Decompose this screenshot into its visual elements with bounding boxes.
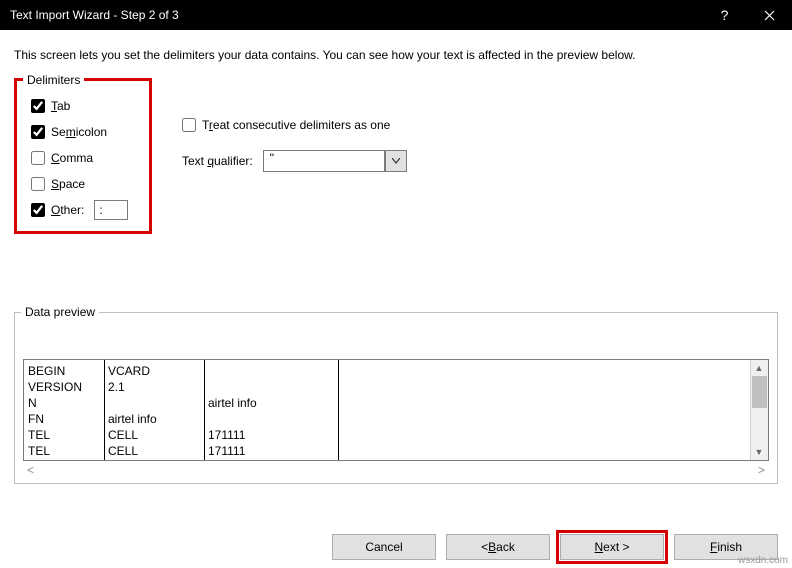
delimiter-comma-label[interactable]: Comma [51, 151, 93, 165]
vertical-scrollbar[interactable]: ▲ ▼ [750, 360, 768, 460]
treat-consecutive-checkbox[interactable] [182, 118, 196, 132]
horizontal-scrollbar[interactable]: < > [23, 461, 769, 479]
data-preview-box: BEGIN VERSION N FN TEL TEL VCARD 2.1 air… [23, 359, 769, 461]
text-qualifier-label: Text qualifier: [182, 154, 253, 168]
data-preview-group: Data preview BEGIN VERSION N FN TEL TEL … [14, 312, 778, 484]
delimiter-semicolon-row: Semicolon [31, 123, 139, 141]
delimiter-space-label[interactable]: Space [51, 177, 85, 191]
watermark: wsxdn.com [738, 555, 788, 566]
delimiter-other-checkbox[interactable] [31, 203, 45, 217]
close-button[interactable] [747, 0, 792, 30]
delimiter-other-row: Other: [31, 201, 139, 219]
window-title: Text Import Wizard - Step 2 of 3 [10, 8, 702, 22]
next-button[interactable]: Next > [560, 534, 664, 560]
scroll-up-icon[interactable]: ▲ [751, 360, 767, 376]
delimiter-semicolon-checkbox[interactable] [31, 125, 45, 139]
column-separator [204, 360, 205, 460]
dialog-footer: Cancel < Back Next > Finish [332, 534, 778, 560]
preview-col3: airtel info 171111 171111 [208, 363, 257, 459]
scroll-down-icon[interactable]: ▼ [751, 444, 767, 460]
delimiter-space-checkbox[interactable] [31, 177, 45, 191]
text-qualifier-dropdown-button[interactable] [385, 150, 407, 172]
back-button[interactable]: < Back [446, 534, 550, 560]
delimiter-semicolon-label[interactable]: Semicolon [51, 125, 107, 139]
delimiter-tab-checkbox[interactable] [31, 99, 45, 113]
delimiter-tab-label[interactable]: Tab [51, 99, 70, 113]
treat-consecutive-row: Treat consecutive delimiters as one [182, 116, 407, 134]
delimiter-space-row: Space [31, 175, 139, 193]
treat-consecutive-label[interactable]: Treat consecutive delimiters as one [202, 118, 390, 132]
delimiter-other-input[interactable] [94, 200, 128, 220]
delimiter-comma-checkbox[interactable] [31, 151, 45, 165]
preview-col1: BEGIN VERSION N FN TEL TEL [28, 363, 82, 459]
text-qualifier-value: " [263, 150, 385, 172]
delimiter-comma-row: Comma [31, 149, 139, 167]
column-separator [338, 360, 339, 460]
intro-text: This screen lets you set the delimiters … [14, 48, 778, 62]
chevron-down-icon [392, 158, 400, 164]
help-button[interactable]: ? [702, 0, 747, 30]
data-preview-legend: Data preview [21, 305, 99, 319]
scroll-left-icon[interactable]: < [27, 463, 34, 477]
delimiters-legend: Delimiters [23, 73, 84, 87]
delimiter-other-label[interactable]: Other: [51, 203, 84, 217]
scroll-thumb[interactable] [752, 376, 767, 408]
text-qualifier-select[interactable]: " [263, 150, 407, 172]
column-separator [104, 360, 105, 460]
titlebar: Text Import Wizard - Step 2 of 3 ? [0, 0, 792, 30]
scroll-right-icon[interactable]: > [758, 463, 765, 477]
delimiters-group: Delimiters Tab Semicolon Comma Space [14, 78, 152, 234]
data-preview-content: BEGIN VERSION N FN TEL TEL VCARD 2.1 air… [24, 360, 750, 460]
cancel-button[interactable]: Cancel [332, 534, 436, 560]
close-icon [764, 10, 775, 21]
preview-col2: VCARD 2.1 airtel info CELL CELL [108, 363, 157, 459]
delimiter-tab-row: Tab [31, 97, 139, 115]
